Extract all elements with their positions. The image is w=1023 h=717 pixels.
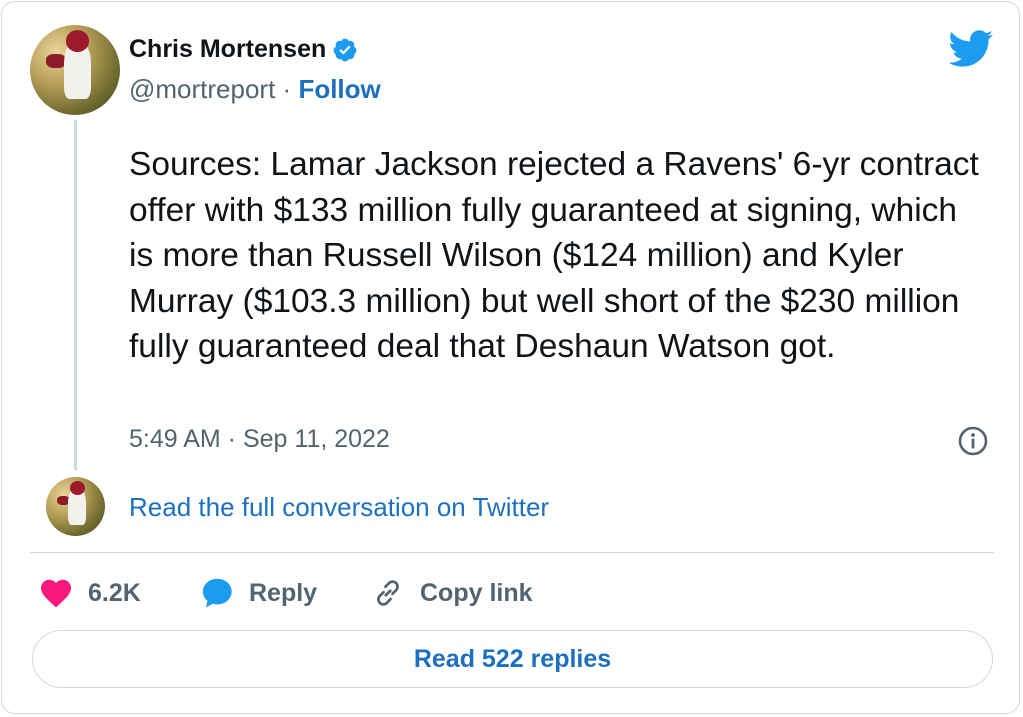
reply-button[interactable]: Reply	[199, 575, 317, 611]
copy-link-label: Copy link	[420, 578, 533, 607]
conversation-avatar[interactable]	[46, 477, 105, 536]
info-icon[interactable]	[957, 425, 989, 457]
follow-link[interactable]: Follow	[298, 74, 380, 104]
tweet-embed-card: Chris Mortensen @mortreport · Follow Sou…	[1, 1, 1020, 714]
author-name-row[interactable]: Chris Mortensen	[129, 35, 358, 64]
tweet-timestamp[interactable]: 5:49 AM · Sep 11, 2022	[129, 425, 390, 454]
verified-badge-icon	[333, 38, 357, 61]
like-count: 6.2K	[88, 578, 141, 607]
twitter-bird-icon[interactable]	[948, 30, 994, 68]
reply-label: Reply	[249, 578, 318, 607]
like-button[interactable]: 6.2K	[38, 575, 141, 611]
tweet-text: Sources: Lamar Jackson rejected a Ravens…	[129, 146, 979, 365]
copy-link-button[interactable]: Copy link	[370, 575, 533, 611]
thread-line	[74, 120, 77, 470]
handle-line: @mortreport · Follow	[129, 74, 381, 105]
handle-separator: ·	[275, 74, 299, 104]
author-name[interactable]: Chris Mortensen	[129, 35, 326, 64]
read-replies-label: Read 522 replies	[413, 644, 612, 673]
read-replies-button[interactable]: Read 522 replies	[32, 630, 993, 688]
author-avatar[interactable]	[30, 25, 120, 115]
author-handle[interactable]: @mortreport	[129, 74, 275, 104]
heart-icon	[41, 579, 71, 608]
divider	[30, 552, 994, 553]
link-icon	[377, 580, 399, 606]
reply-bubble-icon	[202, 578, 232, 608]
read-conversation-link[interactable]: Read the full conversation on Twitter	[129, 492, 549, 523]
